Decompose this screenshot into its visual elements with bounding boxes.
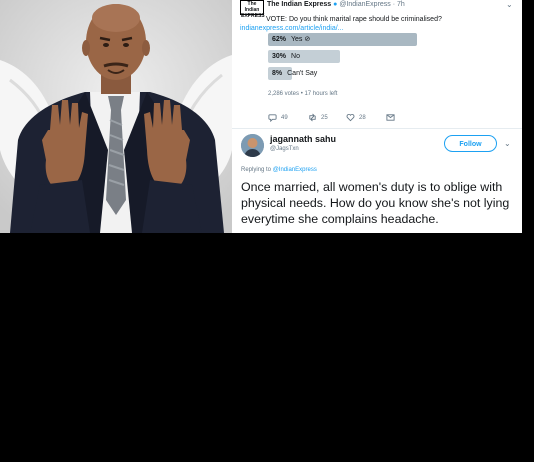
- retweet-button[interactable]: 25: [308, 113, 328, 122]
- chevron-down-icon[interactable]: ⌄: [504, 139, 511, 148]
- reply-icon: [268, 114, 277, 122]
- avatar[interactable]: [241, 134, 264, 157]
- verified-badge-icon: ●: [333, 1, 338, 8]
- reply-button[interactable]: 49: [268, 113, 288, 122]
- chevron-down-icon[interactable]: ⌄: [506, 0, 513, 9]
- reply-author-handle[interactable]: @JagsTxn: [270, 146, 299, 152]
- reply-tweet-text: Once married, all women's duty is to obl…: [241, 180, 510, 226]
- replying-prefix: Replying to: [241, 167, 272, 173]
- tweet-handle[interactable]: @IndianExpress · 7h: [339, 1, 404, 8]
- dm-button[interactable]: [386, 113, 395, 122]
- follow-button[interactable]: Follow: [444, 135, 497, 152]
- poll-option-no: 30% No: [268, 50, 508, 63]
- tweet-actions: 49 25 28: [268, 113, 468, 125]
- tweet-question: VOTE: Do you think marital rape should b…: [266, 16, 442, 23]
- envelope-icon: [386, 114, 395, 121]
- reply-count: 49: [281, 114, 288, 121]
- replying-handle[interactable]: @IndianExpress: [273, 167, 317, 173]
- poll-label: Yes: [291, 36, 303, 43]
- check-circle-icon: ⊘: [304, 36, 311, 43]
- tweet-author[interactable]: The Indian Express: [267, 1, 331, 8]
- indian-express-logo: The Indian EXPRESS: [240, 0, 265, 19]
- user-avatar-icon: [241, 134, 264, 157]
- tweet-link[interactable]: indianexpress.com/article/india/...: [240, 25, 344, 32]
- poll-label: No: [291, 53, 300, 60]
- replying-to: Replying to @IndianExpress: [241, 167, 317, 173]
- poll-option-cant-say: 8% Can't Say: [268, 67, 508, 80]
- poll-percent: 62%: [272, 36, 287, 43]
- poll-label: Can't Say: [287, 70, 318, 77]
- like-count: 28: [359, 114, 366, 121]
- poll-percent: 30%: [272, 53, 287, 60]
- stop-gesture-photo: [0, 0, 232, 233]
- poll-percent: 8%: [272, 70, 283, 77]
- right-border: [522, 0, 534, 233]
- heart-icon: [346, 114, 355, 122]
- divider: [232, 128, 522, 129]
- man-with-wings-illustration: [0, 0, 232, 233]
- tweet-screenshot-panel: The Indian EXPRESSThe Indian Express ● @…: [232, 0, 522, 233]
- reply-author-name[interactable]: jagannath sahu: [270, 134, 336, 144]
- poll-meta: 2,286 votes • 17 hours left: [268, 91, 338, 97]
- retweet-count: 25: [321, 114, 328, 121]
- poll-option-yes: 62% Yes ⊘: [268, 33, 508, 46]
- retweet-icon: [309, 113, 316, 122]
- like-button[interactable]: 28: [346, 113, 366, 122]
- tweet-header: The Indian EXPRESSThe Indian Express ● @…: [240, 0, 520, 33]
